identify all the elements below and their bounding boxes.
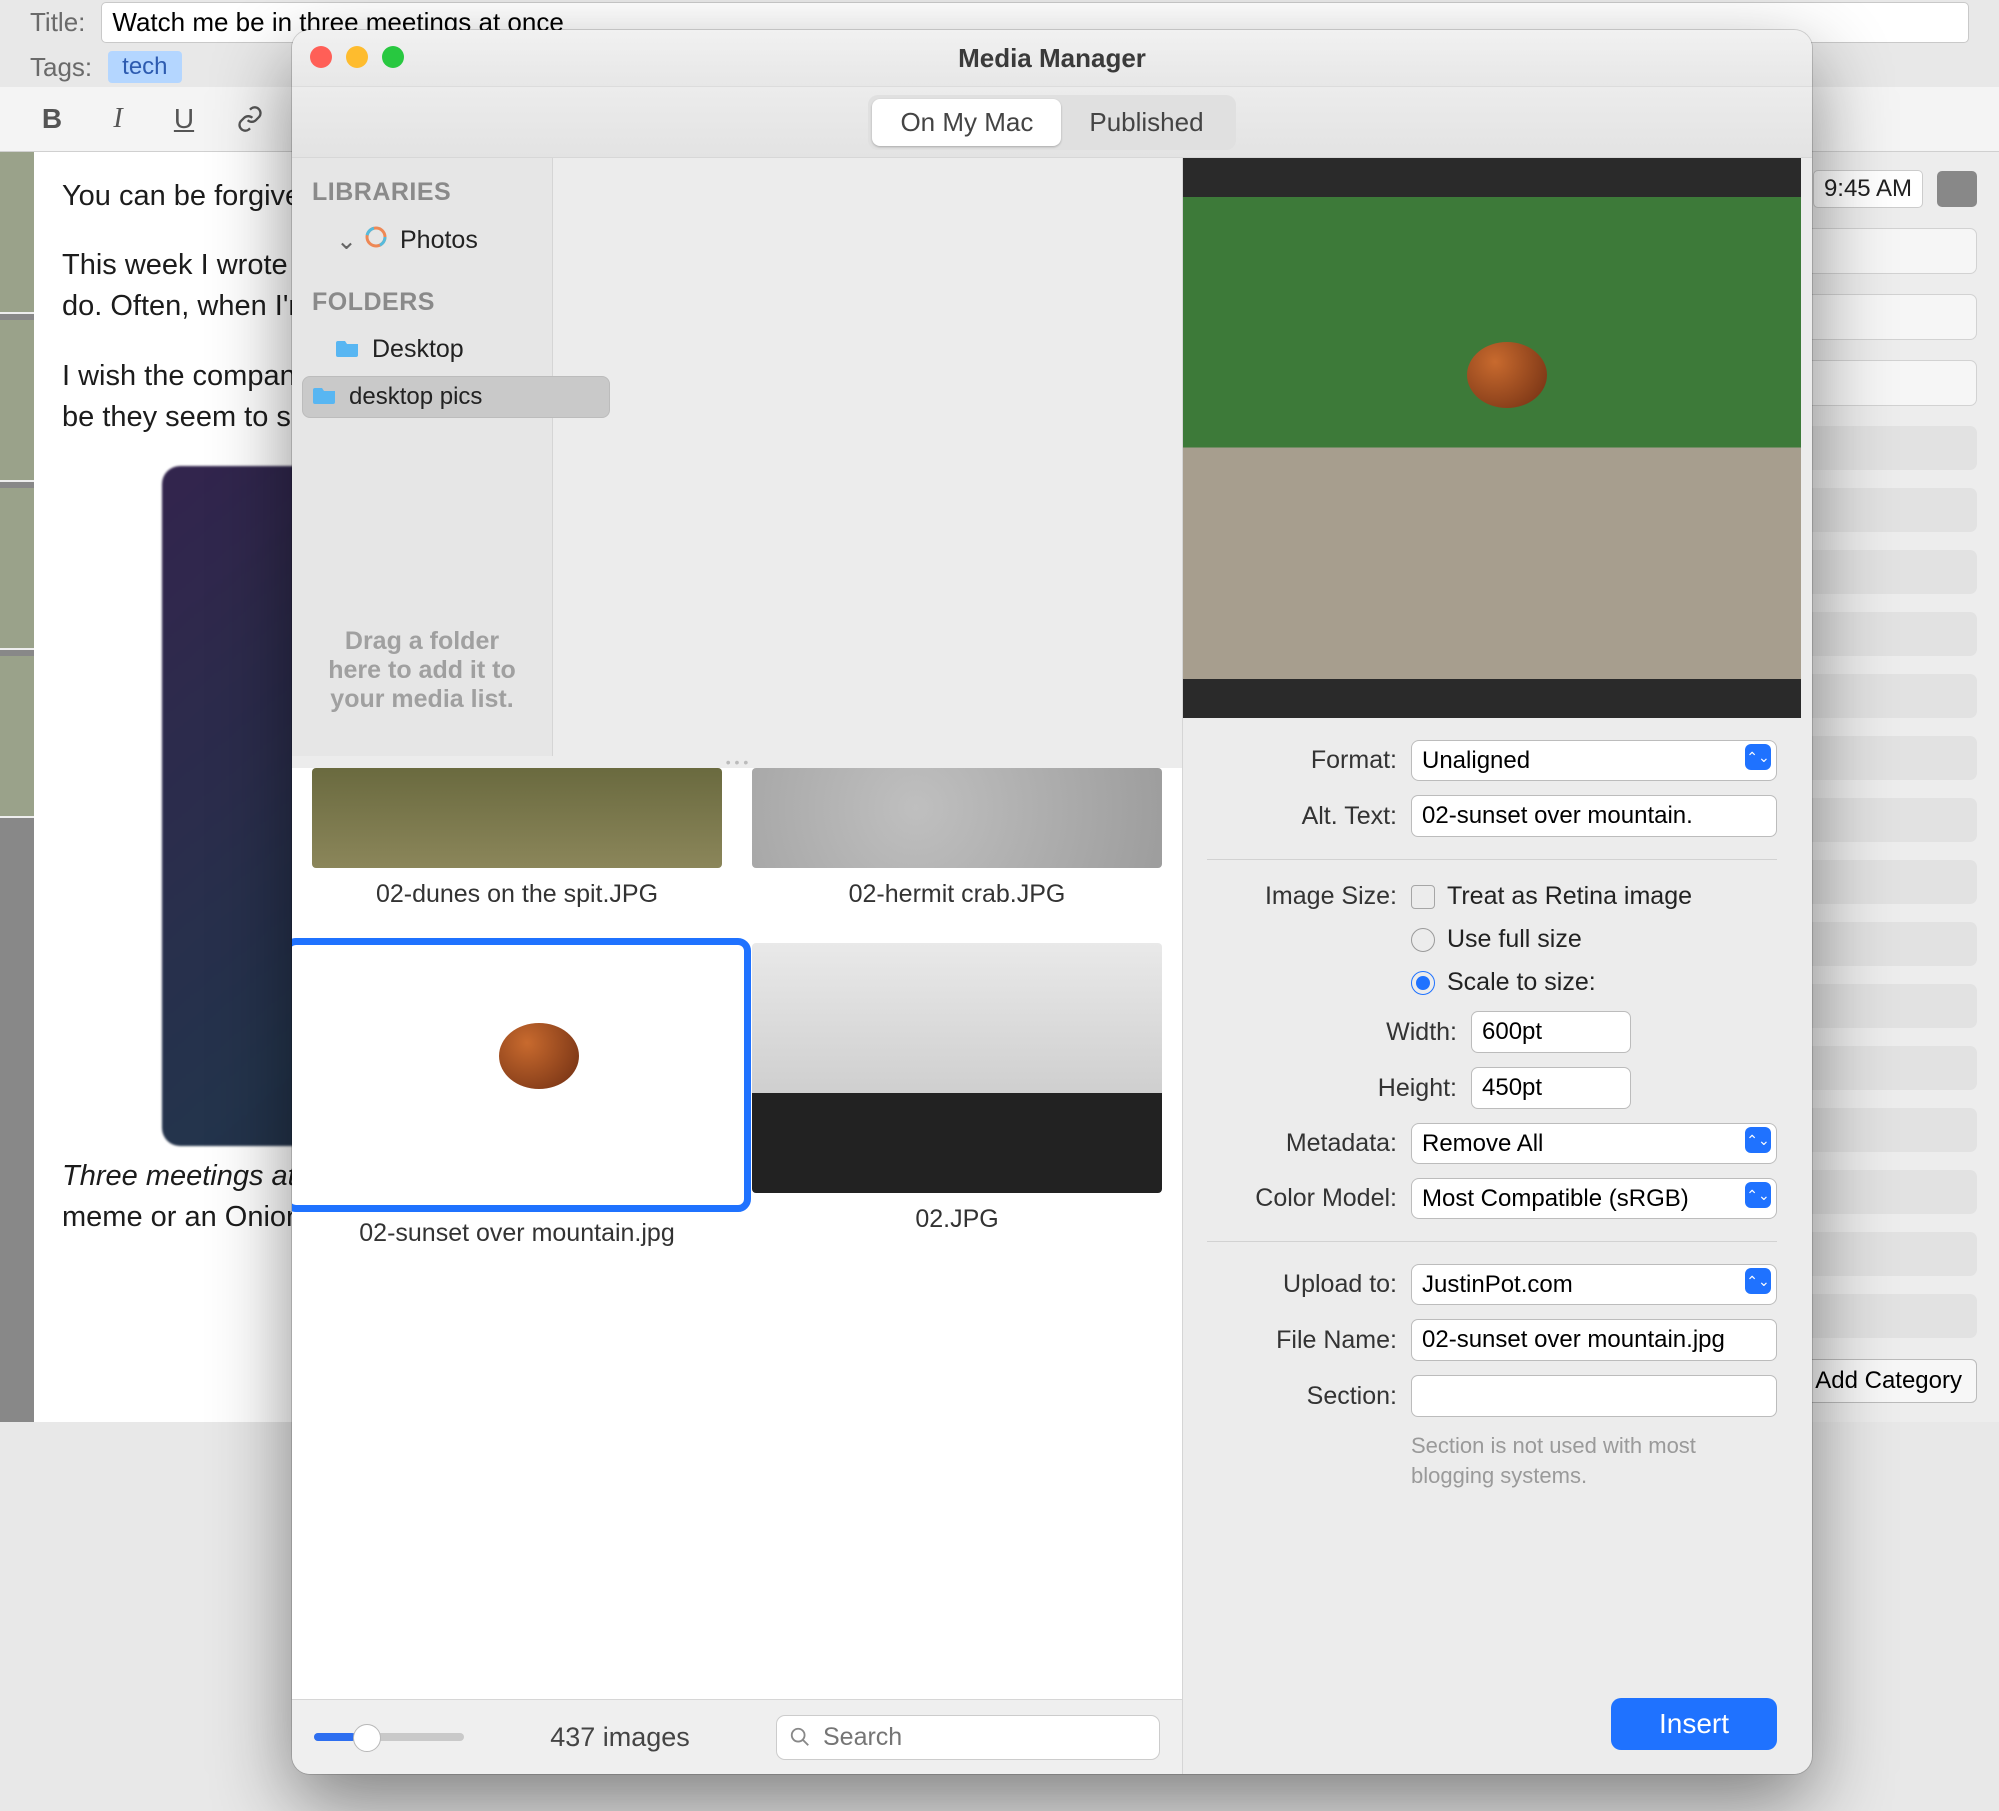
height-label: Height: xyxy=(1207,1074,1457,1103)
insert-button[interactable]: Insert xyxy=(1611,1698,1777,1750)
width-input[interactable] xyxy=(1471,1011,1631,1053)
drop-hint: Drag a folder here to add it to your med… xyxy=(292,603,552,742)
sidebar-item-desktop[interactable]: Desktop xyxy=(302,329,542,370)
scale-to-size-label: Scale to size: xyxy=(1447,968,1596,997)
underline-button[interactable]: U xyxy=(162,97,206,141)
image-preview xyxy=(1183,158,1801,718)
upload-to-label: Upload to: xyxy=(1207,1270,1397,1299)
image-details-panel: Format: Unaligned ⌃⌄ Alt. Text: xyxy=(1182,158,1801,1774)
file-name-label: File Name: xyxy=(1207,1326,1397,1355)
folder-icon xyxy=(313,383,337,411)
scale-to-size-radio[interactable] xyxy=(1411,971,1435,995)
chevron-updown-icon: ⌃⌄ xyxy=(1745,1127,1771,1153)
width-label: Width: xyxy=(1207,1018,1457,1047)
metadata-select[interactable]: Remove All xyxy=(1411,1123,1777,1164)
chevron-down-icon[interactable]: ⌄ xyxy=(336,226,352,256)
color-model-label: Color Model: xyxy=(1207,1184,1397,1213)
sidebar-item-desktop-pics[interactable]: desktop pics xyxy=(302,376,610,418)
thumbnail-cell[interactable]: 02-dunes on the spit.JPG xyxy=(312,768,722,909)
file-name-input[interactable] xyxy=(1411,1319,1777,1361)
retina-label: Treat as Retina image xyxy=(1447,882,1692,911)
source-segmented-control[interactable]: On My Mac Published xyxy=(868,95,1235,150)
thumbnail-grid[interactable]: 02-dunes on the spit.JPG 02-hermit crab.J… xyxy=(292,768,1182,1699)
image-size-label: Image Size: xyxy=(1207,882,1397,911)
thumbnail-image[interactable] xyxy=(752,768,1162,868)
sidebar-item-photos[interactable]: ⌄ Photos xyxy=(302,219,542,262)
format-select[interactable]: Unaligned xyxy=(1411,740,1777,781)
italic-button[interactable]: I xyxy=(96,97,140,141)
titlebar: Media Manager xyxy=(292,30,1812,87)
media-manager-window: Media Manager On My Mac Published LIBRAR… xyxy=(292,30,1812,1774)
thumbnail-cell[interactable]: 02-hermit crab.JPG xyxy=(752,768,1162,909)
time-field[interactable]: 9:45 AM xyxy=(1813,170,1923,208)
calendar-icon[interactable] xyxy=(1937,171,1977,207)
search-field[interactable] xyxy=(776,1715,1160,1760)
section-input[interactable] xyxy=(1411,1375,1777,1417)
thumbnail-caption: 02-sunset over mountain.jpg xyxy=(359,1219,674,1248)
image-count: 437 images xyxy=(486,1722,754,1753)
photos-library-icon xyxy=(364,225,388,256)
tag-tech[interactable]: tech xyxy=(108,51,181,83)
height-input[interactable] xyxy=(1471,1067,1631,1109)
alt-text-input[interactable] xyxy=(1411,795,1777,837)
chevron-updown-icon: ⌃⌄ xyxy=(1745,1268,1771,1294)
thumbnail-cell[interactable]: 02-sunset over mountain.jpg xyxy=(312,943,722,1248)
metadata-label: Metadata: xyxy=(1207,1129,1397,1158)
search-input[interactable] xyxy=(821,1722,1147,1753)
bold-button[interactable]: B xyxy=(30,97,74,141)
left-thumb-strip xyxy=(0,152,34,1422)
sidebar-item-label: desktop pics xyxy=(349,383,482,411)
split-handle[interactable]: • • • xyxy=(292,756,1182,768)
alt-text-label: Alt. Text: xyxy=(1207,802,1397,831)
sidebar-item-label: Photos xyxy=(400,226,478,255)
section-note: Section is not used with most blogging s… xyxy=(1411,1431,1777,1490)
sidebar-heading-libraries: LIBRARIES xyxy=(292,172,552,213)
retina-checkbox[interactable] xyxy=(1411,885,1435,909)
zoom-icon[interactable] xyxy=(382,46,404,68)
thumbnail-caption: 02-hermit crab.JPG xyxy=(849,880,1066,909)
chevron-updown-icon: ⌃⌄ xyxy=(1745,1182,1771,1208)
full-size-label: Use full size xyxy=(1447,925,1582,954)
thumbnail-image[interactable] xyxy=(312,768,722,868)
tags-label: Tags: xyxy=(30,52,92,83)
tab-on-my-mac[interactable]: On My Mac xyxy=(872,99,1061,146)
thumbnail-cell[interactable]: 02.JPG xyxy=(752,943,1162,1248)
tab-published[interactable]: Published xyxy=(1061,99,1231,146)
sidebar-heading-folders: FOLDERS xyxy=(292,282,552,323)
add-category-button[interactable]: Add Category xyxy=(1800,1359,1977,1403)
folder-icon xyxy=(336,335,360,364)
window-title: Media Manager xyxy=(958,43,1146,74)
thumbnail-caption: 02.JPG xyxy=(915,1205,998,1234)
thumbnail-caption: 02-dunes on the spit.JPG xyxy=(376,880,658,909)
source-sidebar: LIBRARIES ⌄ Photos FOLDERS xyxy=(292,158,553,756)
title-label: Title: xyxy=(30,7,85,38)
thumbnail-size-slider[interactable] xyxy=(314,1733,464,1741)
chevron-updown-icon: ⌃⌄ xyxy=(1745,744,1771,770)
color-model-select[interactable]: Most Compatible (sRGB) xyxy=(1411,1178,1777,1219)
upload-to-select[interactable]: JustinPot.com xyxy=(1411,1264,1777,1305)
section-label: Section: xyxy=(1207,1382,1397,1411)
minimize-icon[interactable] xyxy=(346,46,368,68)
thumbnail-image[interactable] xyxy=(292,943,746,1207)
search-icon xyxy=(789,1726,811,1748)
close-icon[interactable] xyxy=(310,46,332,68)
thumbnail-image[interactable] xyxy=(752,943,1162,1193)
sidebar-item-label: Desktop xyxy=(372,335,464,364)
link-button[interactable] xyxy=(228,97,272,141)
full-size-radio[interactable] xyxy=(1411,928,1435,952)
format-label: Format: xyxy=(1207,746,1397,775)
